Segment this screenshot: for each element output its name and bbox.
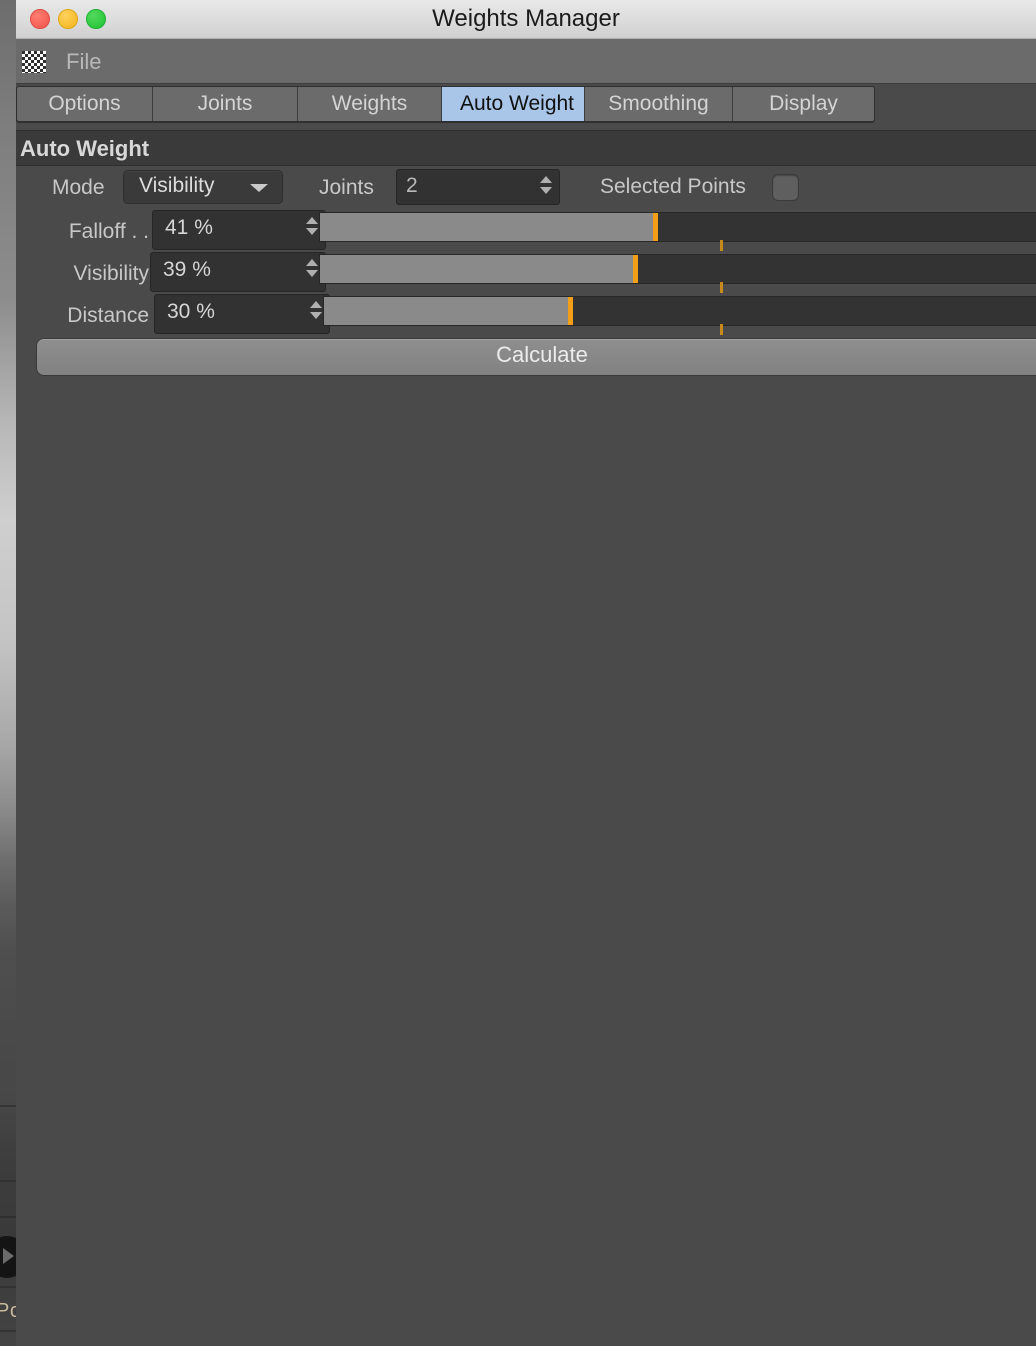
falloff-slider-track[interactable] bbox=[319, 212, 1036, 251]
stepper-updown-icon[interactable] bbox=[306, 217, 318, 239]
falloff-value: 41 % bbox=[165, 216, 213, 239]
chevron-down-icon bbox=[250, 184, 268, 192]
stepper-updown-icon[interactable] bbox=[540, 176, 552, 198]
joints-input[interactable]: 2 bbox=[396, 169, 560, 205]
stepper-updown-icon[interactable] bbox=[310, 301, 322, 323]
mode-dropdown-value: Visibility bbox=[139, 174, 215, 197]
falloff-slider-tick bbox=[720, 240, 723, 251]
grip-checker-icon[interactable] bbox=[22, 51, 46, 73]
mode-label: Mode bbox=[52, 176, 105, 199]
visibility-slider-fill bbox=[320, 255, 633, 283]
joints-value: 2 bbox=[406, 174, 418, 197]
falloff-label: Falloff . . bbox=[68, 220, 149, 243]
tab-display[interactable]: Display bbox=[733, 87, 874, 121]
joints-label: Joints bbox=[319, 176, 374, 199]
tab-strip: Options Joints Weights Auto Weight Smoot… bbox=[16, 84, 1036, 130]
falloff-slider-fill bbox=[320, 213, 653, 241]
visibility-slider-knob[interactable] bbox=[633, 255, 638, 283]
calculate-button-label: Calculate bbox=[496, 342, 588, 367]
slider-row-visibility: Visibility 39 % bbox=[16, 252, 1036, 293]
distance-slider-track[interactable] bbox=[323, 296, 1036, 335]
visibility-slider-track[interactable] bbox=[319, 254, 1036, 293]
distance-slider-fill bbox=[324, 297, 568, 325]
falloff-input[interactable]: 41 % bbox=[152, 210, 326, 250]
visibility-label: Visibility bbox=[73, 262, 149, 285]
section-title: Auto Weight bbox=[20, 136, 150, 161]
mode-row: Mode Visibility Joints 2 Selected Points bbox=[16, 166, 1036, 210]
slider-row-distance: Distance 30 % bbox=[16, 294, 1036, 335]
falloff-slider-knob[interactable] bbox=[653, 213, 658, 241]
play-triangle-icon bbox=[3, 1248, 14, 1264]
slider-row-falloff: Falloff . . 41 % bbox=[16, 210, 1036, 251]
mode-dropdown[interactable]: Visibility bbox=[123, 170, 283, 204]
distance-input[interactable]: 30 % bbox=[154, 294, 330, 334]
visibility-value: 39 % bbox=[163, 258, 211, 281]
stepper-updown-icon[interactable] bbox=[306, 259, 318, 281]
tab-auto-weight[interactable]: Auto Weight bbox=[442, 87, 585, 121]
tab-joints[interactable]: Joints bbox=[153, 87, 298, 121]
distance-value: 30 % bbox=[167, 300, 215, 323]
menu-item-file[interactable]: File bbox=[66, 49, 101, 75]
weights-manager-window: Weights Manager File Options Joints Weig… bbox=[16, 0, 1036, 1346]
selected-points-label: Selected Points bbox=[600, 175, 746, 198]
menu-bar: File bbox=[16, 39, 1036, 84]
auto-weight-panel: Mode Visibility Joints 2 Selected Points… bbox=[16, 166, 1036, 1346]
window-title: Weights Manager bbox=[432, 5, 620, 32]
selected-points-checkbox[interactable] bbox=[772, 174, 799, 201]
section-header: Auto Weight bbox=[16, 130, 1036, 166]
tab-weights[interactable]: Weights bbox=[298, 87, 442, 121]
tab-group: Options Joints Weights Auto Weight Smoot… bbox=[16, 86, 875, 122]
background-app-viewport: Pc bbox=[0, 0, 28, 1346]
calculate-button[interactable]: Calculate bbox=[36, 338, 1036, 376]
distance-slider-knob[interactable] bbox=[568, 297, 573, 325]
distance-slider-tick bbox=[720, 324, 723, 335]
tab-smoothing[interactable]: Smoothing bbox=[585, 87, 733, 121]
title-bar: Weights Manager bbox=[16, 0, 1036, 39]
distance-label: Distance bbox=[67, 304, 149, 327]
visibility-slider-tick bbox=[720, 282, 723, 293]
tab-options[interactable]: Options bbox=[17, 87, 153, 121]
visibility-input[interactable]: 39 % bbox=[150, 252, 326, 292]
